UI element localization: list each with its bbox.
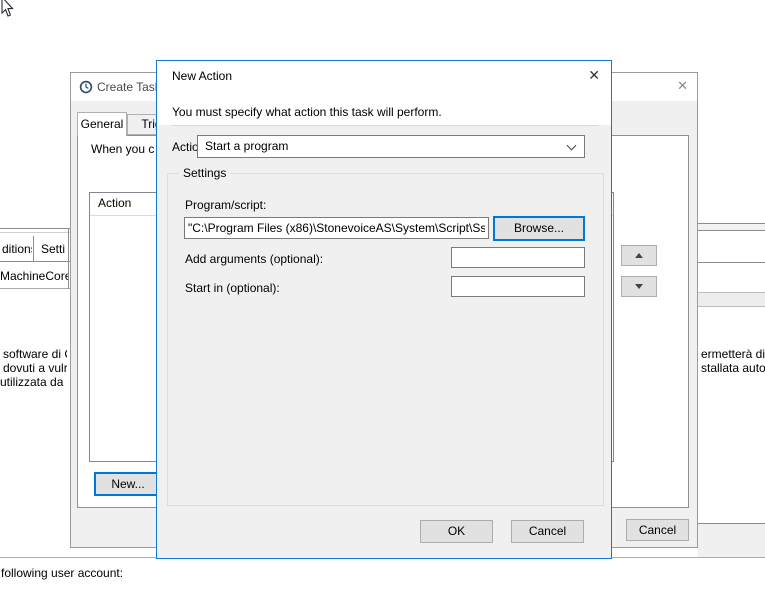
tab-general[interactable]: General	[77, 112, 127, 136]
action-dropdown[interactable]: Start a program	[197, 135, 585, 158]
new-action-cancel-button[interactable]: Cancel	[511, 520, 584, 543]
move-up-icon	[635, 253, 643, 258]
move-down-icon	[635, 284, 643, 289]
bg-text-line: utilizzata da a	[0, 375, 67, 389]
bg-text-line: stallata autor	[701, 361, 765, 375]
instruction-text: You must specify what action this task w…	[172, 105, 442, 119]
bg-tab-divider	[33, 236, 34, 262]
new-action-header: New Action ✕ You must specify what actio…	[157, 61, 611, 125]
move-down-button[interactable]	[621, 276, 657, 297]
bg-border	[68, 228, 69, 289]
bg-separator	[698, 262, 765, 263]
add-arguments-input[interactable]	[451, 247, 585, 268]
program-script-input[interactable]	[184, 217, 489, 239]
mouse-cursor-icon	[1, 0, 15, 21]
bg-text-line: software di C	[3, 347, 67, 361]
actions-intro-text: When you c	[91, 142, 154, 156]
new-action-title: New Action	[172, 69, 232, 83]
bg-band	[698, 223, 765, 231]
bg-user-account-label: following user account:	[1, 566, 301, 580]
new-action-dialog: New Action ✕ You must specify what actio…	[156, 60, 612, 559]
tab-general-label: General	[81, 117, 124, 131]
bg-separator	[0, 288, 70, 289]
desktop: ditions Setti MachineCore software di C …	[0, 0, 765, 591]
bg-separator	[0, 261, 70, 262]
chevron-down-icon	[567, 141, 577, 151]
action-dropdown-value: Start a program	[205, 139, 288, 153]
start-in-label: Start in (optional):	[185, 281, 280, 295]
close-icon[interactable]: ✕	[588, 67, 600, 84]
actions-list-column-header[interactable]: Action	[98, 196, 131, 210]
create-task-title: Create Task	[97, 80, 161, 94]
bg-band	[698, 292, 765, 307]
clock-icon	[79, 80, 93, 97]
add-arguments-label: Add arguments (optional):	[185, 252, 323, 266]
bg-task-name[interactable]: MachineCore	[0, 269, 68, 283]
bg-tab-conditions[interactable]: ditions	[2, 242, 32, 256]
bg-separator	[0, 232, 70, 233]
create-task-cancel-button[interactable]: Cancel	[626, 519, 689, 541]
browse-button[interactable]: Browse...	[493, 216, 585, 241]
bg-band	[698, 524, 765, 557]
bg-text-line: ermetterà di	[701, 347, 765, 361]
bg-separator	[0, 228, 70, 229]
start-in-input[interactable]	[451, 276, 585, 297]
program-script-label: Program/script:	[185, 198, 266, 212]
bg-text-line: dovuti a vulr	[3, 361, 67, 375]
ok-button[interactable]: OK	[420, 520, 493, 543]
new-action-button[interactable]: New...	[94, 472, 162, 496]
move-up-button[interactable]	[621, 245, 657, 266]
divider	[172, 125, 599, 126]
settings-group-label: Settings	[179, 166, 230, 180]
bg-tab-settings[interactable]: Setti	[41, 242, 68, 256]
close-icon[interactable]: ✕	[677, 78, 688, 94]
